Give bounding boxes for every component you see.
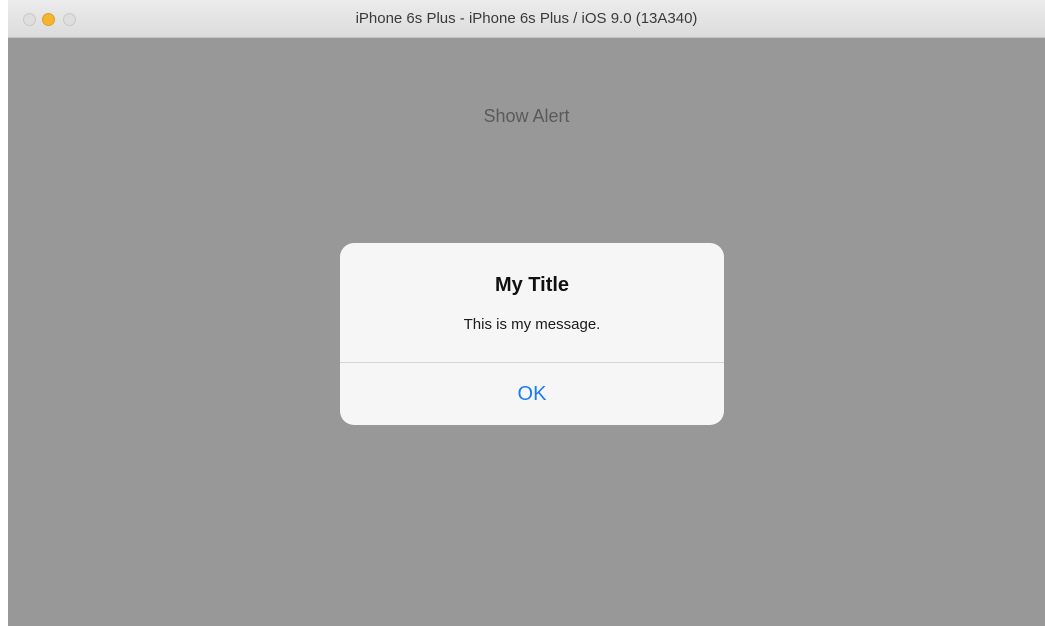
window-titlebar: iPhone 6s Plus - iPhone 6s Plus / iOS 9.… (8, 0, 1045, 38)
alert-dialog: My Title This is my message. OK (340, 243, 724, 425)
alert-message: This is my message. (463, 316, 601, 333)
window-title: iPhone 6s Plus - iPhone 6s Plus / iOS 9.… (355, 10, 698, 27)
simulator-window: iPhone 6s Plus - iPhone 6s Plus / iOS 9.… (0, 0, 1045, 626)
alert-body: My Title This is my message. (340, 243, 724, 362)
ok-button[interactable]: OK (340, 363, 724, 425)
simulator-screen: Show Alert My Title This is my message. … (8, 38, 1045, 626)
show-alert-button[interactable]: Show Alert (447, 106, 607, 127)
alert-title: My Title (494, 274, 570, 296)
